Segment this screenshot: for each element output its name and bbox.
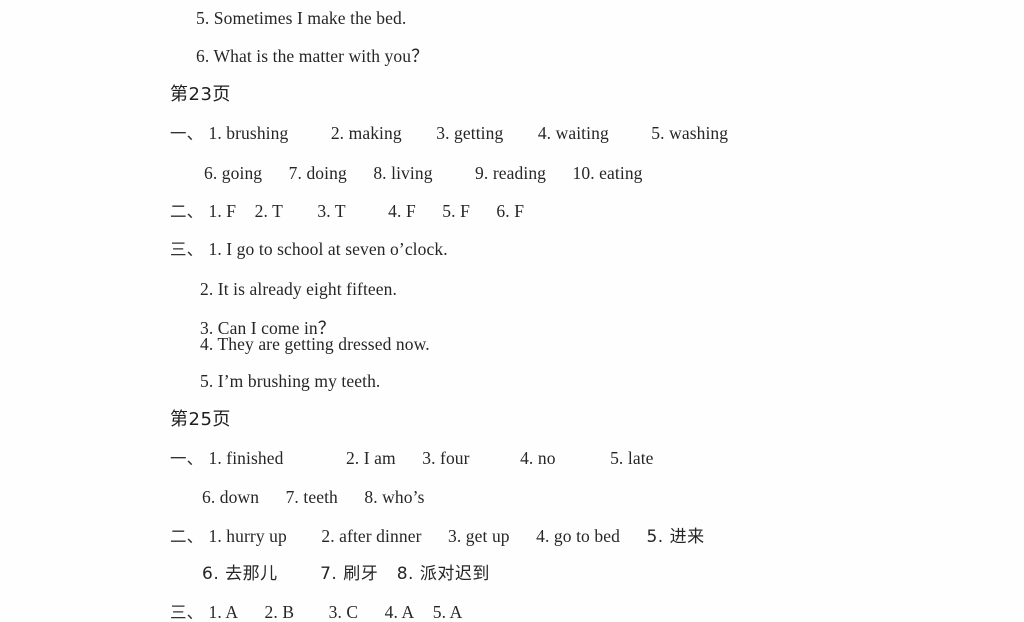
answer-group: 1. hurry up 2. after dinner 3. get up 4.… <box>208 526 705 547</box>
answer-item: 4. no <box>520 448 556 468</box>
answer-item: 5. F <box>442 201 470 221</box>
answer-item: 2. making <box>330 123 402 143</box>
page-heading-25: 第25页 <box>170 411 231 429</box>
answer-item: 7. teeth <box>285 487 338 507</box>
answer-group: 6. down 7. teeth 8. who’s <box>202 487 425 507</box>
answer-item: 10. eating <box>572 163 643 183</box>
answer-item: 8. 派对迟到 <box>396 564 490 584</box>
answer-item: 9. reading <box>475 163 547 183</box>
answer-item: 3. get up <box>447 526 510 546</box>
answer-item: 3. C <box>328 602 359 622</box>
section-marker: 二、 <box>170 527 204 546</box>
answer-item: 5. washing <box>651 123 729 143</box>
answer-item: 7. doing <box>288 163 347 183</box>
document-page: 5. Sometimes I make the bed. 6. What is … <box>0 0 1024 622</box>
answer-line: 6. down 7. teeth 8. who’s <box>202 487 425 507</box>
answer-item: 5. I’m brushing my teeth. <box>200 371 381 391</box>
answer-item: 1. hurry up <box>208 526 287 546</box>
answer-line: 6. 去那儿 7. 刷牙 8. 派对迟到 <box>202 565 490 583</box>
answer-item: 5. 进来 <box>646 527 705 547</box>
answer-line: 二、 1. F 2. T 3. T 4. F 5. F 6. F <box>170 201 525 221</box>
section-marker: 三、 <box>170 240 204 259</box>
answer-item: 2. B <box>264 602 295 622</box>
answer-line: 5. Sometimes I make the bed. <box>196 8 407 28</box>
answer-item: 1. brushing <box>208 123 289 143</box>
answer-item: 3. getting <box>436 123 504 143</box>
answer-item: 1. finished <box>208 448 284 468</box>
answer-group: 6. going 7. doing 8. living 9. reading 1… <box>204 163 643 183</box>
answer-item: 8. living <box>373 163 433 183</box>
answer-item: 4. go to bed <box>536 526 620 546</box>
answer-item: 3. T <box>317 201 346 221</box>
answer-item: 8. who’s <box>364 487 425 507</box>
answer-item: 2. I am <box>345 448 396 468</box>
answer-line: 2. It is already eight fifteen. <box>200 279 397 299</box>
answer-item: 5. Sometimes I make the bed. <box>196 8 407 28</box>
answer-group: 1. finished 2. I am 3. four 4. no 5. lat… <box>208 448 654 468</box>
answer-item: 4. F <box>388 201 416 221</box>
answer-group: 6. 去那儿 7. 刷牙 8. 派对迟到 <box>202 565 490 583</box>
answer-item: 6. 去那儿 <box>202 564 278 584</box>
section-marker: 一、 <box>170 449 204 468</box>
answer-line: 6. What is the matter with you？ <box>196 46 429 66</box>
answer-item: 6. down <box>202 487 260 507</box>
answer-item: 4. They are getting dressed now. <box>200 334 430 354</box>
section-marker: 三、 <box>170 603 204 622</box>
answer-group: 1. F 2. T 3. T 4. F 5. F 6. F <box>208 201 525 221</box>
answer-line: 三、 1. A 2. B 3. C 4. A 5. A <box>170 602 463 622</box>
section-marker: 二、 <box>170 202 204 221</box>
page-heading-text: 第25页 <box>170 409 231 430</box>
answer-line: 一、 1. brushing 2. making 3. getting 4. w… <box>170 123 729 143</box>
answer-line: 5. I’m brushing my teeth. <box>200 371 381 391</box>
answer-item: 2. It is already eight fifteen. <box>200 279 397 299</box>
answer-line: 6. going 7. doing 8. living 9. reading 1… <box>204 163 643 183</box>
answer-item: 1. I go to school at seven o’clock. <box>208 239 448 259</box>
answer-item: 1. F <box>208 201 237 221</box>
answer-group: 1. A 2. B 3. C 4. A 5. A <box>208 602 463 622</box>
answer-item: 7. 刷牙 <box>320 564 379 584</box>
page-heading-23: 第23页 <box>170 86 231 104</box>
answer-item: 6. F <box>496 201 525 221</box>
answer-item: 1. A <box>208 602 239 622</box>
section-marker: 一、 <box>170 124 204 143</box>
answer-item: 5. late <box>610 448 654 468</box>
answer-line: 一、 1. finished 2. I am 3. four 4. no 5. … <box>170 448 654 468</box>
answer-item: 2. T <box>254 201 283 221</box>
answer-item: 3. four <box>422 448 470 468</box>
answer-group: 1. brushing 2. making 3. getting 4. wait… <box>208 123 729 143</box>
answer-item: 2. after dinner <box>321 526 422 546</box>
answer-item: 4. waiting <box>537 123 609 143</box>
answer-item: 4. A <box>384 602 415 622</box>
answer-item: 5. A <box>432 602 463 622</box>
answer-item: 6. going <box>204 163 263 183</box>
answer-line: 三、 1. I go to school at seven o’clock. <box>170 239 448 259</box>
page-heading-text: 第23页 <box>170 84 231 105</box>
answer-item: 6. What is the matter with you？ <box>196 46 429 66</box>
answer-line: 4. They are getting dressed now. <box>200 334 430 354</box>
answer-line: 二、 1. hurry up 2. after dinner 3. get up… <box>170 526 705 547</box>
